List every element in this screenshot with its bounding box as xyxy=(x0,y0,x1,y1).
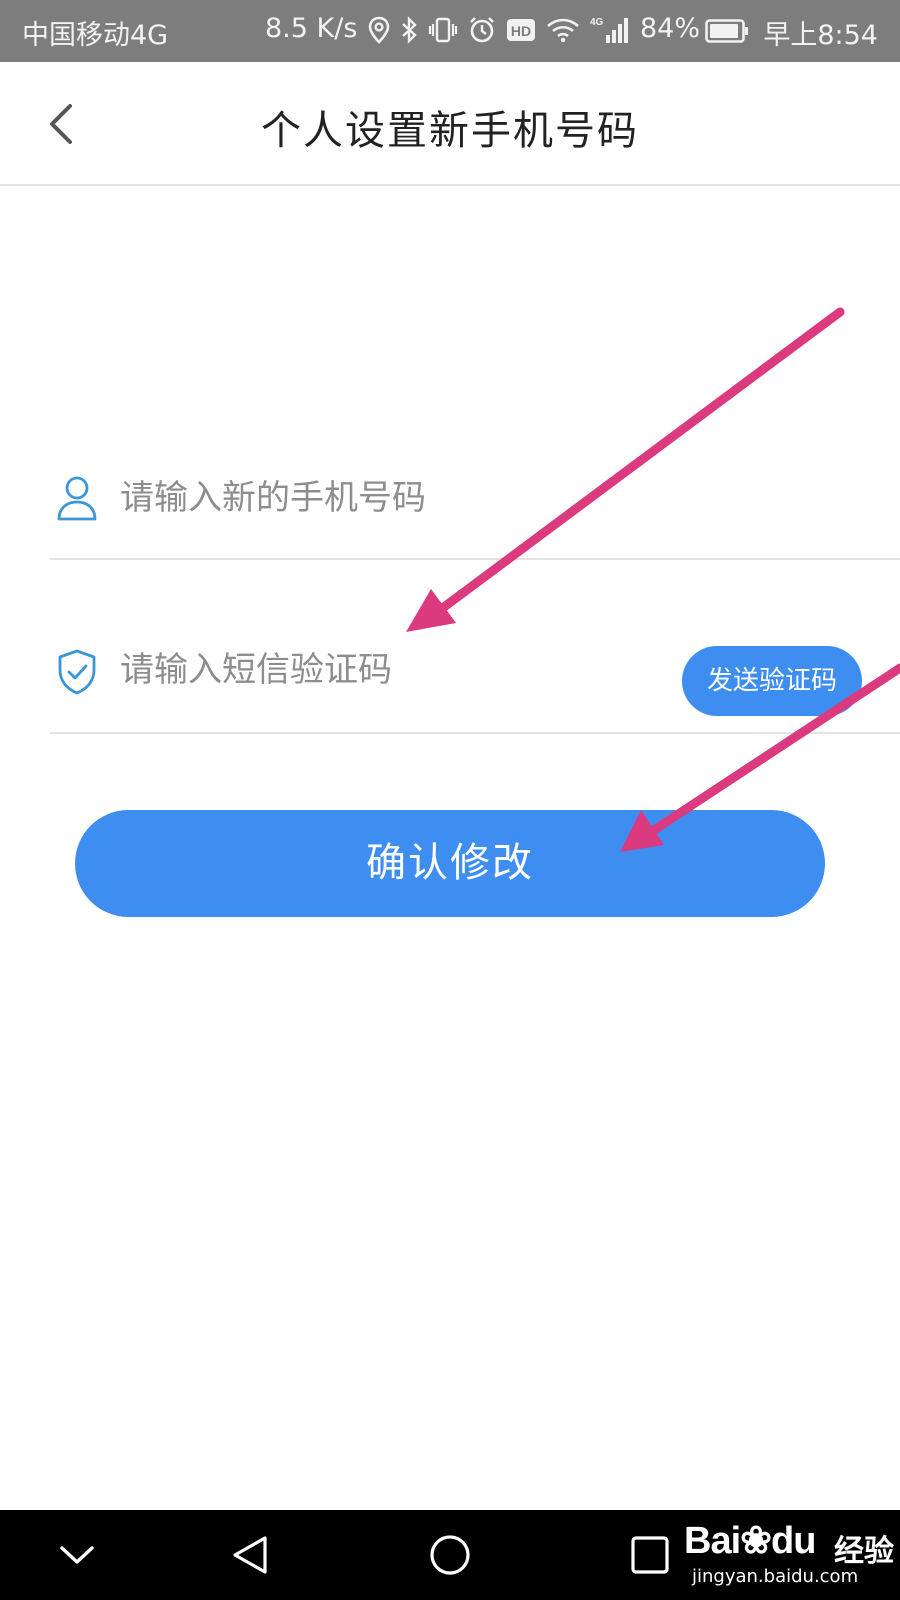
bluetooth-icon xyxy=(402,16,417,44)
signal-icon: 4G xyxy=(590,17,628,43)
signal-label: 4G xyxy=(590,17,604,28)
network-speed: 8.5 K/s xyxy=(265,13,358,44)
watermark-url: jingyan.baidu.com xyxy=(692,1566,859,1587)
sms-code-row: 发送验证码 xyxy=(50,560,900,734)
shield-check-icon xyxy=(58,649,96,695)
status-icons: HD 4G xyxy=(368,13,632,47)
watermark-brand: Bai❀du xyxy=(684,1518,816,1563)
vibrate-icon xyxy=(428,17,458,43)
annotation-arrows xyxy=(406,307,900,852)
send-code-button[interactable]: 发送验证码 xyxy=(682,646,862,716)
confirm-button[interactable]: 确认修改 xyxy=(75,810,825,917)
wifi-icon xyxy=(547,18,579,43)
nav-collapse-button[interactable] xyxy=(52,1530,102,1580)
phone-number-row xyxy=(50,388,900,560)
carrier-label: 中国移动4G xyxy=(22,20,169,51)
chevron-down-icon xyxy=(60,1546,94,1564)
watermark-brand-suffix: du xyxy=(770,1520,816,1562)
battery-icon xyxy=(705,19,748,43)
nav-back-button[interactable] xyxy=(225,1530,275,1580)
clock: 早上8:54 xyxy=(763,20,878,51)
page-title: 个人设置新手机号码 xyxy=(261,108,639,154)
new-phone-input[interactable] xyxy=(120,468,680,528)
page-header: 个人设置新手机号码 xyxy=(0,62,900,186)
nav-recent-button[interactable] xyxy=(625,1530,675,1580)
battery-percent: 84% xyxy=(640,13,701,44)
hd-icon: HD xyxy=(507,19,535,41)
home-circle-icon xyxy=(430,1535,470,1575)
nav-home-button[interactable] xyxy=(425,1530,475,1580)
paw-icon: ❀ xyxy=(740,1520,772,1562)
alarm-icon xyxy=(470,17,494,43)
user-icon xyxy=(57,476,97,521)
watermark-brand-prefix: Bai xyxy=(684,1520,741,1562)
recent-square-icon xyxy=(631,1536,669,1574)
baidu-jingyan-watermark: Bai❀du 经验 jingyan.baidu.com xyxy=(684,1510,900,1600)
status-bar: 中国移动4G 8.5 K/s HD 4G 84% 早上8:54 xyxy=(0,0,900,62)
back-triangle-icon xyxy=(233,1536,267,1574)
watermark-title: 经验 xyxy=(834,1534,894,1569)
hd-badge-text: HD xyxy=(511,23,531,39)
location-icon xyxy=(368,16,390,44)
sms-code-input[interactable] xyxy=(120,640,680,700)
